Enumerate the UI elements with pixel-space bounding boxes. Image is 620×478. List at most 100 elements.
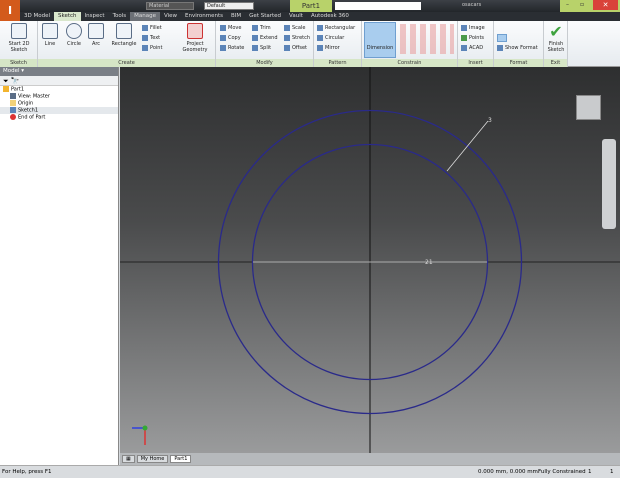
rectangle-button[interactable]: Rectangle	[108, 23, 140, 47]
rectangle-label: Rectangle	[111, 41, 137, 47]
style-value: Default	[207, 3, 226, 9]
close-icon[interactable]: ✕	[593, 0, 618, 10]
tab-view[interactable]: View	[160, 12, 181, 21]
show-format-button[interactable]: Show Format	[497, 44, 538, 52]
node-label: View: Master	[18, 93, 50, 100]
circle-icon	[66, 23, 82, 39]
tab-bim[interactable]: BIM	[227, 12, 245, 21]
group-create: Line Circle Arc Rectangle Fillet Text Po…	[38, 21, 216, 67]
tab-tools[interactable]: Tools	[109, 12, 131, 21]
copy-button[interactable]: Copy	[220, 34, 241, 42]
stretch-button[interactable]: Stretch	[284, 34, 310, 42]
move-button[interactable]: Move	[220, 24, 241, 32]
arc-icon	[88, 23, 104, 39]
tree-node-part[interactable]: Part1	[0, 86, 118, 93]
trim-label: Trim	[260, 25, 271, 31]
find-icon[interactable]: 🔭	[11, 77, 20, 85]
circle-button[interactable]: Circle	[64, 23, 84, 47]
dimension-button[interactable]: Dimension	[364, 22, 396, 58]
tree-node-end-of-part[interactable]: End of Part	[0, 114, 118, 121]
arc-button[interactable]: Arc	[86, 23, 106, 47]
mirror-button[interactable]: Mirror	[317, 44, 340, 52]
offset-dimension-value[interactable]: 3	[488, 117, 492, 124]
project-label: Project Geometry	[182, 41, 208, 53]
tab-get-started[interactable]: Get Started	[245, 12, 285, 21]
offset-dimension-line[interactable]	[446, 120, 489, 172]
start-sketch-label: Start 2D Sketch	[8, 41, 30, 53]
tree-node-view[interactable]: View: Master	[0, 93, 118, 100]
maximize-icon[interactable]: ▫	[580, 1, 584, 8]
points-button[interactable]: Points	[461, 34, 484, 42]
project-geometry-button[interactable]: Project Geometry	[178, 23, 212, 53]
tab-my-home[interactable]: My Home	[136, 455, 169, 463]
constraint-icons[interactable]	[400, 24, 454, 54]
fillet-button[interactable]: Fillet	[142, 24, 162, 32]
count-2: 1	[610, 469, 614, 475]
node-label: Part1	[11, 86, 25, 93]
group-sketch: Start 2D Sketch Sketch	[0, 21, 38, 67]
browser-header[interactable]: Model ▾	[0, 67, 118, 76]
graphics-viewport[interactable]: 3 21	[120, 67, 620, 453]
fillet-icon	[142, 24, 148, 31]
filter-icon[interactable]: ⏷	[3, 77, 9, 85]
points-icon	[461, 34, 467, 41]
rotate-button[interactable]: Rotate	[220, 44, 244, 52]
tab-arrange-icon[interactable]: ▦	[122, 455, 135, 463]
appearance-select[interactable]: Material	[146, 2, 194, 10]
start-2d-sketch-button[interactable]: Start 2D Sketch	[4, 23, 34, 53]
tab-sketch[interactable]: Sketch	[54, 12, 81, 21]
circle-label: Circle	[66, 41, 82, 47]
finish-label: Finish Sketch	[547, 41, 565, 53]
viewcube[interactable]	[576, 95, 601, 120]
tab-manage[interactable]: Manage	[130, 12, 160, 21]
circular-pattern-button[interactable]: Circular	[317, 34, 344, 42]
finish-sketch-button[interactable]: ✔ Finish Sketch	[545, 22, 567, 54]
tab-vault[interactable]: Vault	[285, 12, 307, 21]
offset-button[interactable]: Offset	[284, 44, 307, 52]
scale-button[interactable]: Scale	[284, 24, 305, 32]
part-icon	[3, 86, 9, 92]
rectangular-label: Rectangular	[325, 25, 356, 31]
show-format-icon	[497, 44, 503, 51]
rectangular-pattern-button[interactable]: Rectangular	[317, 24, 355, 32]
end-of-part-icon	[10, 114, 16, 120]
stretch-icon	[284, 34, 290, 41]
construction-toggle[interactable]	[497, 34, 507, 42]
text-button[interactable]: Text	[142, 34, 160, 42]
extend-button[interactable]: Extend	[252, 34, 278, 42]
tab-autodesk-360[interactable]: Autodesk 360	[307, 12, 353, 21]
tab-part1[interactable]: Part1	[170, 455, 192, 463]
point-button[interactable]: Point	[142, 44, 162, 52]
rectangular-pattern-icon	[317, 24, 323, 31]
split-icon	[252, 44, 258, 51]
split-button[interactable]: Split	[252, 44, 271, 52]
tree-node-sketch[interactable]: Sketch1	[0, 107, 118, 114]
tree-node-origin[interactable]: Origin	[0, 100, 118, 107]
acad-button[interactable]: ACAD	[461, 44, 483, 52]
rotate-icon	[220, 44, 226, 51]
group-label: Create	[38, 59, 215, 67]
app-logo[interactable]: I	[0, 0, 20, 21]
circular-pattern-icon	[317, 34, 323, 41]
trim-button[interactable]: Trim	[252, 24, 271, 32]
search-input[interactable]	[335, 2, 421, 10]
navigation-bar[interactable]	[602, 139, 616, 229]
group-label: Insert	[458, 59, 493, 67]
point-icon	[142, 44, 148, 51]
sketch-icon	[11, 23, 27, 39]
axis-triad-origin	[142, 425, 148, 431]
browser-title: Model	[3, 68, 20, 74]
points-label: Points	[469, 35, 485, 41]
sketch-canvas[interactable]: 3 21	[120, 67, 620, 453]
image-button[interactable]: Image	[461, 24, 485, 32]
diameter-dimension-value[interactable]: 21	[425, 259, 433, 266]
tab-3d-model[interactable]: 3D Model	[20, 12, 54, 21]
minimize-icon[interactable]: –	[566, 1, 569, 8]
mirror-icon	[317, 44, 323, 51]
tab-environments[interactable]: Environments	[181, 12, 227, 21]
line-button[interactable]: Line	[40, 23, 60, 47]
style-select[interactable]: Default	[204, 2, 254, 10]
username[interactable]: osacars	[462, 2, 481, 8]
checkmark-icon: ✔	[549, 22, 563, 41]
tab-inspect[interactable]: Inspect	[81, 12, 109, 21]
